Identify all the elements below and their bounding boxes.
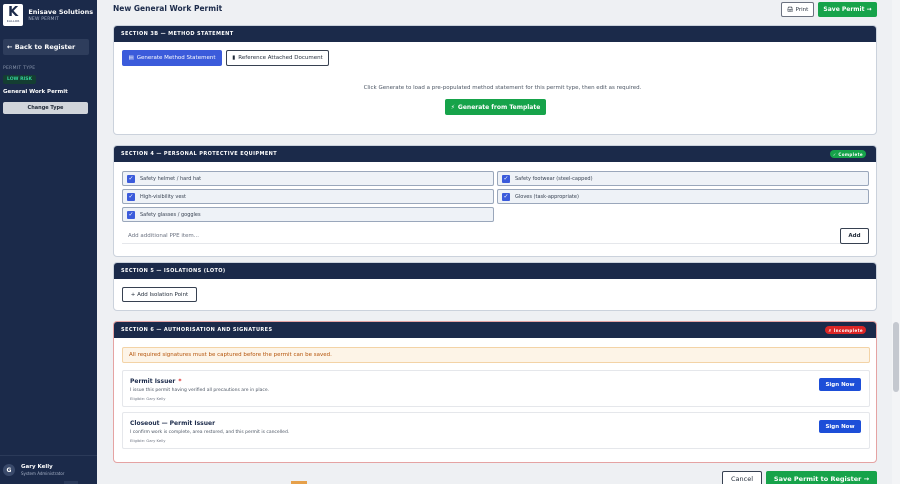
permit-type-name: General Work Permit bbox=[3, 89, 68, 95]
ppe-checkbox-item[interactable]: ✓ High-visibility vest bbox=[122, 189, 494, 204]
document-icon: ▤ bbox=[128, 55, 134, 61]
user-profile[interactable]: G Gary Kelly System Administrator bbox=[0, 455, 97, 484]
back-to-register-button[interactable]: ← Back to Register bbox=[3, 39, 89, 55]
status-badge: ✗ Incomplete bbox=[825, 326, 866, 334]
cancel-button[interactable]: Cancel bbox=[722, 471, 762, 484]
section-header: SECTION 3B — METHOD STATEMENT bbox=[114, 26, 876, 42]
bolt-icon: ⚡ bbox=[450, 103, 455, 111]
section-title: SECTION 5 — ISOLATIONS (LOTO) bbox=[121, 268, 226, 274]
permit-type-label: PERMIT TYPE bbox=[3, 66, 36, 71]
section-ppe: SECTION 4 — PERSONAL PROTECTIVE EQUIPMEN… bbox=[113, 145, 877, 257]
logo-text: KALLOR bbox=[6, 19, 20, 23]
section-authorisation: SECTION 6 — AUTHORISATION AND SIGNATURES… bbox=[113, 321, 877, 463]
ppe-item-label: Safety footwear (steel-capped) bbox=[515, 175, 593, 182]
ppe-checkbox-item[interactable]: ✓ Safety helmet / hard hat bbox=[122, 171, 494, 186]
scrollbar[interactable] bbox=[892, 0, 900, 484]
logo-letter: K bbox=[8, 5, 19, 20]
signature-block: Closeout — Permit Issuer I confirm work … bbox=[122, 412, 870, 449]
section-method-statement: SECTION 3B — METHOD STATEMENT ▤ Generate… bbox=[113, 25, 877, 135]
signature-block: Permit Issuer * I issue this permit havin… bbox=[122, 370, 870, 407]
generate-template-label: Generate from Template bbox=[457, 103, 541, 111]
printer-icon: 🖨 bbox=[786, 6, 794, 13]
ppe-checkbox-item[interactable]: ✓ Gloves (task-appropriate) bbox=[497, 189, 869, 204]
ppe-checkbox-item[interactable]: ✓ Safety footwear (steel-capped) bbox=[497, 171, 869, 186]
generate-ms-label: Generate Method Statement bbox=[136, 55, 216, 61]
status-badge: ✓ Complete bbox=[829, 150, 866, 158]
checkbox-checked-icon: ✓ bbox=[127, 210, 135, 219]
reference-doc-label: Reference Attached Document bbox=[238, 55, 323, 61]
section-title: SECTION 3B — METHOD STATEMENT bbox=[121, 31, 234, 37]
user-text: Gary Kelly System Administrator bbox=[21, 464, 64, 476]
signature-eligible: Eligible: Gary Kelly bbox=[130, 396, 166, 401]
signature-title: Permit Issuer * bbox=[130, 378, 182, 385]
signature-eligible: Eligible: Gary Kelly bbox=[130, 438, 166, 443]
signature-description: I issue this permit having verified all … bbox=[130, 388, 270, 393]
page-title: New General Work Permit bbox=[113, 4, 223, 13]
avatar: G bbox=[3, 464, 15, 476]
ppe-checkbox-item[interactable]: ✓ Safety glasses / goggles bbox=[122, 207, 494, 222]
brand-text: Enisave Solutions (... NEW PERMIT bbox=[28, 8, 94, 22]
sign-now-button[interactable]: Sign Now bbox=[819, 420, 861, 433]
ppe-item-label: Gloves (task-appropriate) bbox=[515, 193, 579, 200]
ppe-item-label: Safety helmet / hard hat bbox=[140, 175, 202, 182]
ppe-item-label: High-visibility vest bbox=[140, 193, 186, 200]
section-header: SECTION 6 — AUTHORISATION AND SIGNATURES… bbox=[114, 322, 876, 338]
save-to-register-button[interactable]: Save Permit to Register → bbox=[766, 471, 877, 484]
generate-from-template-button[interactable]: ⚡ Generate from Template bbox=[445, 99, 546, 115]
checkbox-checked-icon: ✓ bbox=[502, 174, 510, 183]
change-type-button[interactable]: Change Type bbox=[3, 102, 88, 114]
brand: K KALLOR Enisave Solutions (... NEW PERM… bbox=[0, 0, 97, 30]
signature-title-text: Closeout — Permit Issuer bbox=[130, 420, 216, 427]
section-isolations: SECTION 5 — ISOLATIONS (LOTO) + Add Isol… bbox=[113, 262, 877, 311]
section-title: SECTION 6 — AUTHORISATION AND SIGNATURES bbox=[121, 327, 273, 333]
user-name: Gary Kelly bbox=[21, 464, 53, 470]
sidebar: K KALLOR Enisave Solutions (... NEW PERM… bbox=[0, 0, 97, 484]
checkbox-checked-icon: ✓ bbox=[502, 192, 510, 201]
user-role: System Administrator bbox=[21, 471, 65, 476]
add-isolation-point-button[interactable]: + Add Isolation Point bbox=[122, 287, 197, 302]
required-marker: * bbox=[178, 378, 182, 385]
print-label: Print bbox=[795, 6, 809, 13]
generate-method-statement-button[interactable]: ▤ Generate Method Statement bbox=[122, 50, 222, 66]
section-header: SECTION 5 — ISOLATIONS (LOTO) bbox=[114, 263, 876, 279]
company-logo: K KALLOR bbox=[3, 4, 24, 26]
brand-subtitle: NEW PERMIT bbox=[28, 17, 60, 22]
signature-title: Closeout — Permit Issuer bbox=[130, 420, 215, 427]
reference-document-button[interactable]: ▮ Reference Attached Document bbox=[226, 50, 329, 66]
brand-name: Enisave Solutions (... bbox=[28, 8, 94, 16]
app-root: K KALLOR Enisave Solutions (... NEW PERM… bbox=[0, 0, 900, 484]
signature-title-text: Permit Issuer bbox=[130, 378, 176, 385]
scrollbar-thumb[interactable] bbox=[893, 322, 899, 392]
save-permit-button[interactable]: Save Permit → bbox=[818, 2, 877, 17]
checkbox-checked-icon: ✓ bbox=[127, 174, 135, 183]
method-statement-hint: Click Generate to load a pre-populated m… bbox=[363, 85, 642, 91]
section-title: SECTION 4 — PERSONAL PROTECTIVE EQUIPMEN… bbox=[121, 151, 278, 157]
add-ppe-button[interactable]: Add bbox=[840, 228, 869, 244]
signature-warning: All required signatures must be captured… bbox=[122, 347, 870, 363]
section-header: SECTION 4 — PERSONAL PROTECTIVE EQUIPMEN… bbox=[114, 146, 876, 162]
risk-badge: LOW RISK bbox=[3, 75, 36, 84]
signature-description: I confirm work is complete, area restore… bbox=[130, 430, 290, 435]
sign-now-button[interactable]: Sign Now bbox=[819, 378, 861, 391]
print-button[interactable]: 🖨 Print bbox=[781, 2, 814, 17]
file-icon: ▮ bbox=[232, 55, 236, 61]
ppe-item-label: Safety glasses / goggles bbox=[140, 211, 201, 218]
additional-ppe-input[interactable]: Add additional PPE item... bbox=[122, 229, 840, 244]
checkbox-checked-icon: ✓ bbox=[127, 192, 135, 201]
